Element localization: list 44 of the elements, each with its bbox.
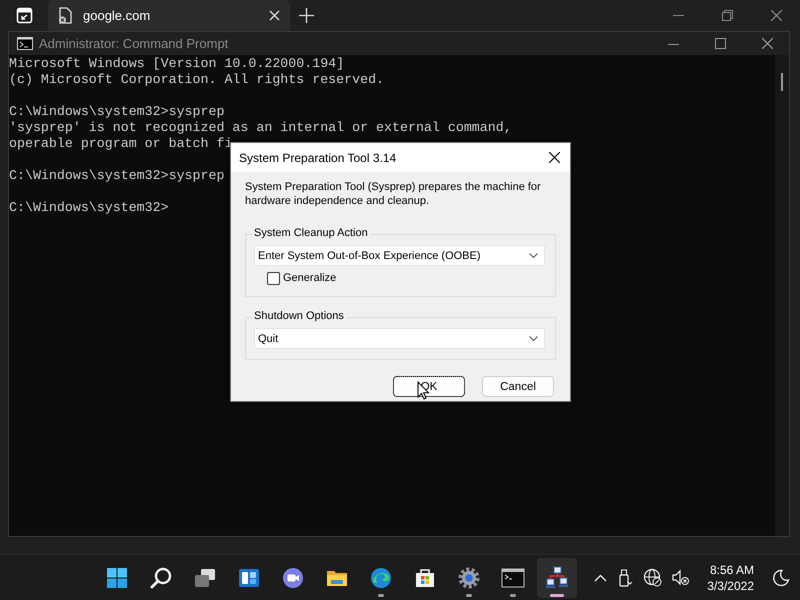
close-icon[interactable] [549, 152, 560, 163]
browser-icon [369, 566, 393, 590]
close-icon[interactable] [762, 38, 773, 49]
maximize-icon[interactable] [715, 38, 726, 49]
terminal-icon [501, 566, 525, 590]
console-line: Microsoft Windows [Version 10.0.22000.194] [9, 56, 344, 71]
console-line: (c) Microsoft Corporation. All rights reserved. [9, 72, 384, 87]
group-label: System Cleanup Action [252, 227, 370, 239]
gear-icon [457, 566, 481, 590]
usb-drive-icon[interactable] [617, 568, 634, 586]
chevron-up-icon[interactable] [594, 572, 608, 582]
dropdown[interactable]: Quit [254, 328, 545, 349]
moon-icon[interactable] [772, 568, 790, 586]
new-tab-icon[interactable] [298, 8, 314, 23]
group-label: Shutdown Options [252, 310, 346, 322]
checkbox-label: Generalize [283, 272, 336, 284]
video-chat-icon [281, 566, 305, 590]
speaker-muted-icon[interactable] [672, 569, 690, 586]
terminal-icon [17, 37, 33, 50]
window-title: Administrator: Command Prompt [39, 36, 228, 51]
console-line: 'sysprep' is not recognized as an internal or external command, [9, 120, 512, 135]
dialog-title: System Preparation Tool 3.14 [239, 150, 396, 164]
dialog-description: System Preparation Tool (Sysprep) prepares the machine for hardware independence and cleanup. [245, 180, 542, 208]
search-icon [149, 566, 173, 590]
console-line: C:\Windows\system32>sysprep [9, 168, 224, 183]
restore-icon[interactable] [722, 10, 733, 21]
taskbar-button[interactable] [537, 558, 577, 598]
network-computers-icon [545, 566, 569, 590]
tab-actions-icon[interactable] [16, 7, 32, 24]
browser-tab[interactable]: google.com [48, 0, 290, 31]
console-line: operable program or batch fi [9, 136, 232, 151]
page-icon [58, 7, 73, 24]
dialog-button[interactable]: Cancel [482, 376, 554, 397]
console-line: C:\Windows\system32>sysprep [9, 104, 224, 119]
dropdown[interactable]: Enter System Out-of-Box Experience (OOBE) [254, 245, 545, 266]
console-line: C:\Windows\system32> [9, 200, 169, 215]
chevron-down-icon [529, 253, 538, 258]
globe-blocked-icon[interactable] [643, 568, 662, 587]
checkbox[interactable] [267, 272, 280, 284]
clock[interactable]: 8:56 AM 3/3/2022 [707, 562, 754, 594]
chevron-down-icon [529, 336, 538, 341]
scrollbar-thumb[interactable] [781, 73, 783, 91]
windows-logo-icon [105, 566, 129, 590]
close-tab-icon[interactable] [269, 10, 280, 21]
